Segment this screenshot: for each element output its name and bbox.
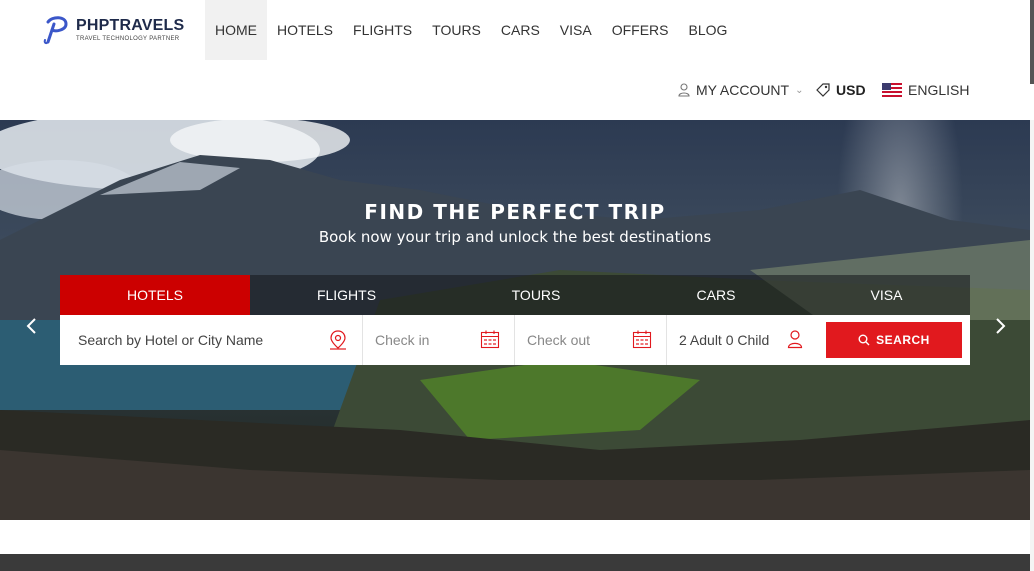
calendar-icon (480, 330, 500, 349)
next-section-strip (0, 554, 1030, 571)
tab-hotels[interactable]: HOTELS (60, 275, 250, 315)
brand-tagline: TRAVEL TECHNOLOGY PARTNER (76, 36, 180, 42)
scrollbar[interactable] (1030, 0, 1034, 84)
user-icon (678, 83, 690, 97)
brand-name: PHPTRAVELS (76, 17, 185, 34)
chevron-right-icon (996, 318, 1006, 334)
hotel-city-placeholder: Search by Hotel or City Name (78, 332, 264, 348)
hotel-search-form: Search by Hotel or City Name Check in Ch… (60, 315, 970, 365)
tag-icon (816, 83, 830, 97)
page-gutter (1030, 120, 1034, 571)
currency-label: USD (836, 82, 866, 98)
guests-selector[interactable]: 2 Adult 0 Child (667, 315, 817, 365)
hero-banner: FIND THE PERFECT TRIP Book now your trip… (0, 120, 1030, 520)
checkout-date-input[interactable]: Check out (515, 315, 667, 365)
nav-item-tours[interactable]: TOURS (422, 0, 491, 60)
search-button[interactable]: SEARCH (826, 322, 962, 358)
location-pin-icon (330, 330, 346, 350)
carousel-prev-button[interactable] (22, 316, 42, 336)
us-flag-icon (882, 83, 902, 97)
checkin-placeholder: Check in (375, 332, 430, 348)
tab-tours[interactable]: TOURS (443, 275, 629, 315)
logo-mark-icon (43, 16, 68, 45)
brand-logo[interactable]: PHPTRAVELS TRAVEL TECHNOLOGY PARTNER (42, 14, 202, 46)
search-button-label: SEARCH (876, 333, 930, 347)
nav-item-offers[interactable]: OFFERS (602, 0, 679, 60)
nav-item-visa[interactable]: VISA (550, 0, 602, 60)
chevron-down-icon: ⌄ (795, 84, 804, 96)
nav-item-hotels[interactable]: HOTELS (267, 0, 343, 60)
checkin-date-input[interactable]: Check in (363, 315, 515, 365)
tab-flights[interactable]: FLIGHTS (250, 275, 443, 315)
my-account-label: MY ACCOUNT (696, 82, 790, 98)
nav-item-cars[interactable]: CARS (491, 0, 550, 60)
main-nav: HOME HOTELS FLIGHTS TOURS CARS VISA OFFE… (205, 0, 737, 60)
checkout-placeholder: Check out (527, 332, 591, 348)
hero-subtitle: Book now your trip and unlock the best d… (318, 228, 712, 246)
tab-visa[interactable]: VISA (803, 275, 970, 315)
hero-title: FIND THE PERFECT TRIP (364, 200, 666, 224)
site-header: PHPTRAVELS TRAVEL TECHNOLOGY PARTNER HOM… (0, 0, 1034, 120)
my-account-dropdown[interactable]: MY ACCOUNT ⌄ (678, 78, 803, 102)
chevron-left-icon (26, 318, 36, 334)
hotel-city-input[interactable]: Search by Hotel or City Name (60, 315, 363, 365)
carousel-next-button[interactable] (990, 316, 1010, 336)
nav-item-flights[interactable]: FLIGHTS (343, 0, 422, 60)
tab-cars[interactable]: CARS (629, 275, 803, 315)
calendar-icon (632, 330, 652, 349)
user-icon (787, 330, 803, 349)
language-selector[interactable]: ENGLISH (882, 78, 969, 102)
nav-item-home[interactable]: HOME (205, 0, 267, 60)
search-tabs: HOTELS FLIGHTS TOURS CARS VISA (60, 275, 970, 315)
guests-value: 2 Adult 0 Child (679, 332, 770, 348)
nav-item-blog[interactable]: BLOG (678, 0, 737, 60)
language-label: ENGLISH (908, 82, 970, 98)
currency-selector[interactable]: USD (816, 78, 866, 102)
search-icon (858, 334, 870, 346)
